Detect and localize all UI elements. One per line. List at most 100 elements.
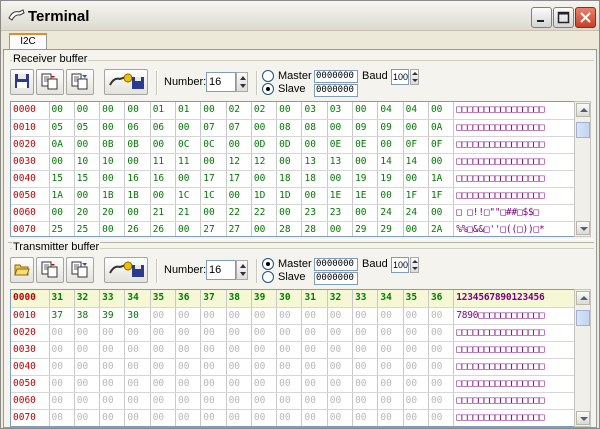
ascii-cell[interactable]: %%□&&□''□((□))□*: [453, 221, 576, 236]
hex-cell[interactable]: 0F: [403, 136, 429, 154]
hex-cell[interactable]: 19: [377, 170, 404, 188]
hex-cell[interactable]: 00: [200, 409, 227, 426]
hex-cell[interactable]: 00: [428, 324, 455, 342]
hex-cell[interactable]: 00: [175, 324, 202, 342]
receiver-slave-radio[interactable]: [262, 83, 274, 95]
hex-cell[interactable]: 00: [200, 358, 227, 376]
hex-cell[interactable]: 00: [226, 358, 252, 376]
hex-cell[interactable]: 11: [175, 153, 202, 171]
hex-cell[interactable]: 00: [49, 358, 75, 376]
hex-cell[interactable]: 11: [150, 153, 176, 171]
hex-cell[interactable]: 10: [99, 153, 126, 171]
hex-cell[interactable]: 00: [301, 324, 328, 342]
hex-cell[interactable]: 00: [251, 324, 278, 342]
hex-cell[interactable]: 2A: [428, 221, 455, 236]
paste-page-button[interactable]: [66, 69, 94, 95]
capture-to-disk-button[interactable]: [104, 69, 148, 95]
hex-cell[interactable]: 28: [301, 221, 328, 236]
hex-cell[interactable]: 00: [403, 375, 429, 393]
ascii-cell[interactable]: □□□□□□□□□□□□□□□□: [453, 341, 576, 359]
hex-cell[interactable]: 00: [200, 324, 227, 342]
hex-cell[interactable]: 00: [200, 392, 227, 410]
hex-cell[interactable]: 00: [49, 153, 75, 171]
hex-cell[interactable]: 00: [377, 375, 404, 393]
hex-cell[interactable]: 00: [377, 409, 404, 426]
hex-cell[interactable]: 09: [377, 119, 404, 137]
hex-cell[interactable]: 36: [428, 290, 455, 308]
tab-i2c[interactable]: I2C: [9, 33, 47, 50]
hex-cell[interactable]: 00: [150, 341, 176, 359]
hex-cell[interactable]: 29: [352, 221, 379, 236]
hex-cell[interactable]: 20: [99, 204, 126, 222]
hex-cell[interactable]: 00: [175, 409, 202, 426]
hex-cell[interactable]: 07: [200, 119, 227, 137]
ascii-cell[interactable]: □□□□□□□□□□□□□□□□: [453, 136, 576, 154]
hex-cell[interactable]: 00: [251, 375, 278, 393]
hex-cell[interactable]: 00: [377, 358, 404, 376]
hex-cell[interactable]: 36: [175, 290, 202, 308]
hex-cell[interactable]: 0B: [99, 136, 126, 154]
hex-cell[interactable]: 0E: [327, 136, 354, 154]
hex-cell[interactable]: 00: [150, 358, 176, 376]
hex-cell[interactable]: 00: [403, 324, 429, 342]
hex-cell[interactable]: 00: [301, 409, 328, 426]
hex-cell[interactable]: 00: [226, 392, 252, 410]
hex-cell[interactable]: 00: [150, 307, 176, 325]
hex-cell[interactable]: 00: [403, 170, 429, 188]
hex-cell[interactable]: 0A: [428, 119, 455, 137]
hex-cell[interactable]: 26: [124, 221, 151, 236]
transmitter-master-radio[interactable]: [262, 258, 274, 270]
hex-cell[interactable]: 00: [428, 375, 455, 393]
hex-cell[interactable]: 00: [74, 409, 101, 426]
transmitter-slave-radio[interactable]: [262, 271, 274, 283]
scroll-down-arrow[interactable]: [576, 221, 590, 235]
hex-cell[interactable]: 00: [226, 409, 252, 426]
hex-cell[interactable]: 00: [327, 307, 354, 325]
hex-cell[interactable]: 1D: [276, 187, 303, 205]
hex-cell[interactable]: 00: [124, 204, 151, 222]
hex-cell[interactable]: 17: [200, 170, 227, 188]
hex-cell[interactable]: 18: [276, 170, 303, 188]
hex-cell[interactable]: 00: [124, 375, 151, 393]
hex-cell[interactable]: 00: [175, 341, 202, 359]
hex-cell[interactable]: 1E: [352, 187, 379, 205]
hex-cell[interactable]: 00: [352, 375, 379, 393]
hex-cell[interactable]: 04: [377, 102, 404, 120]
receiver-master-address[interactable]: 0000000: [314, 70, 358, 83]
hex-cell[interactable]: 00: [49, 341, 75, 359]
hex-cell[interactable]: 17: [226, 170, 252, 188]
receiver-slave-address[interactable]: 0000000: [314, 84, 358, 97]
ascii-cell[interactable]: □□□□□□□□□□□□□□□□: [453, 375, 576, 393]
receiver-baud-spinner[interactable]: [410, 69, 419, 85]
hex-cell[interactable]: 00: [301, 136, 328, 154]
hex-cell[interactable]: 00: [49, 204, 75, 222]
hex-cell[interactable]: 1E: [327, 187, 354, 205]
hex-cell[interactable]: 00: [49, 409, 75, 426]
hex-cell[interactable]: 00: [99, 392, 126, 410]
hex-cell[interactable]: 18: [301, 170, 328, 188]
hex-cell[interactable]: 00: [276, 409, 303, 426]
hex-cell[interactable]: 21: [175, 204, 202, 222]
hex-cell[interactable]: 0D: [276, 136, 303, 154]
hex-cell[interactable]: 09: [352, 119, 379, 137]
hex-cell[interactable]: 00: [175, 307, 202, 325]
hex-cell[interactable]: 01: [150, 102, 176, 120]
hex-cell[interactable]: 00: [99, 119, 126, 137]
hex-cell[interactable]: 0F: [428, 136, 455, 154]
receiver-scrollbar[interactable]: [574, 101, 591, 237]
scroll-thumb[interactable]: [576, 122, 590, 138]
hex-cell[interactable]: 39: [99, 307, 126, 325]
hex-cell[interactable]: 00: [74, 187, 101, 205]
hex-cell[interactable]: 12: [226, 153, 252, 171]
hex-cell[interactable]: 00: [403, 392, 429, 410]
hex-cell[interactable]: 00: [150, 187, 176, 205]
hex-cell[interactable]: 00: [74, 102, 101, 120]
hex-cell[interactable]: 27: [200, 221, 227, 236]
hex-cell[interactable]: 00: [124, 358, 151, 376]
hex-cell[interactable]: 00: [352, 153, 379, 171]
hex-cell[interactable]: 31: [301, 290, 328, 308]
hex-cell[interactable]: 00: [99, 341, 126, 359]
hex-cell[interactable]: 00: [175, 119, 202, 137]
hex-cell[interactable]: 1B: [124, 187, 151, 205]
hex-cell[interactable]: 00: [276, 204, 303, 222]
